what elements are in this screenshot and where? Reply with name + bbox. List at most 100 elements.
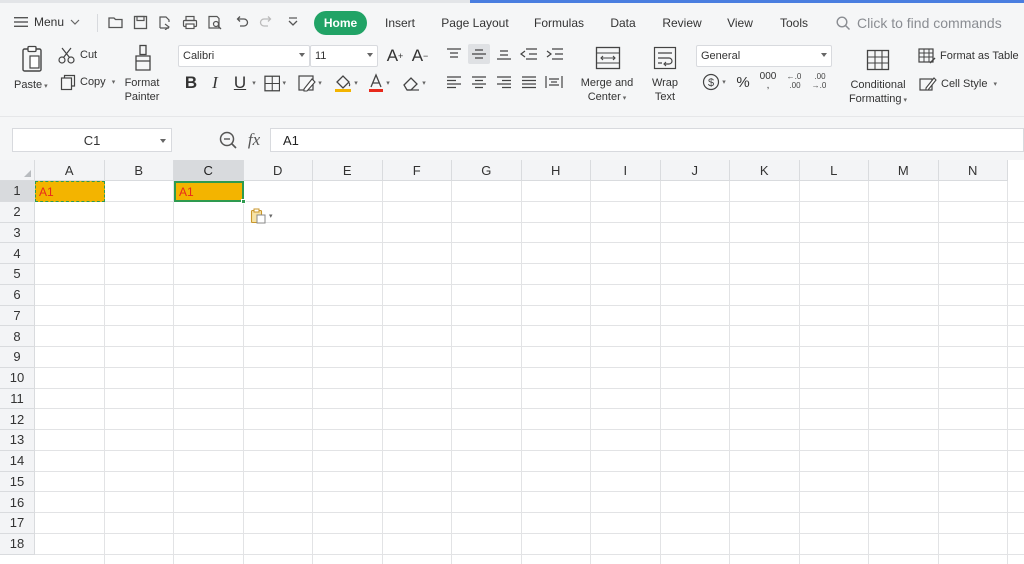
row-header-15[interactable]: 15 <box>0 471 35 493</box>
wrap-text-icon[interactable] <box>651 44 679 72</box>
formula-input[interactable]: A1 <box>270 128 1024 152</box>
column-header-c[interactable]: C <box>174 160 244 181</box>
column-header-k[interactable]: K <box>730 160 800 181</box>
thousands-separator-button[interactable]: 000, <box>757 70 779 92</box>
row-header-4[interactable]: 4 <box>0 243 35 264</box>
justify-icon[interactable] <box>519 72 539 92</box>
tab-view[interactable]: View <box>721 11 759 35</box>
tab-review[interactable]: Review <box>657 11 707 35</box>
undo-icon[interactable] <box>231 12 251 32</box>
row-header-3[interactable]: 3 <box>0 222 35 244</box>
tab-data[interactable]: Data <box>604 11 642 35</box>
paste-options-button[interactable]: ▾ <box>250 208 273 224</box>
column-header-e[interactable]: E <box>313 160 383 181</box>
increase-font-icon[interactable]: A + <box>385 45 405 67</box>
column-header-d[interactable]: D <box>243 160 313 181</box>
decrease-indent-icon[interactable] <box>518 44 540 64</box>
format-painter-icon[interactable] <box>132 44 154 72</box>
format-painter-button[interactable]: Format Painter <box>122 76 162 104</box>
row-header-13[interactable]: 13 <box>0 430 35 451</box>
fill-handle[interactable] <box>241 199 246 204</box>
column-header-i[interactable]: I <box>591 160 661 181</box>
tab-tools[interactable]: Tools <box>774 11 814 35</box>
row-header-7[interactable]: 7 <box>0 305 35 327</box>
format-as-table-button[interactable]: Format as Table <box>918 47 1019 65</box>
row-header-1[interactable]: 1 <box>0 181 35 202</box>
save-icon[interactable] <box>130 12 150 32</box>
align-bottom-icon[interactable] <box>494 44 514 64</box>
row-header-10[interactable]: 10 <box>0 367 35 389</box>
tab-page-layout[interactable]: Page Layout <box>437 11 513 35</box>
number-format-select[interactable]: General <box>696 45 832 67</box>
row-header-18[interactable]: 18 <box>0 533 35 555</box>
column-header-b[interactable]: B <box>104 160 174 181</box>
command-search[interactable]: Click to find commands <box>836 11 1002 35</box>
column-header-l[interactable]: L <box>799 160 869 181</box>
tab-formulas[interactable]: Formulas <box>529 11 589 35</box>
print-icon[interactable] <box>180 12 200 32</box>
name-box[interactable]: C1 <box>12 128 172 152</box>
underline-button[interactable]: U <box>230 72 250 94</box>
merge-center-icon[interactable] <box>594 44 622 72</box>
cell-fill-style-icon[interactable]: ▾ <box>298 73 322 93</box>
align-center-icon[interactable] <box>469 72 489 92</box>
zoom-search-icon[interactable] <box>218 130 238 150</box>
increase-indent-icon[interactable] <box>544 44 566 64</box>
select-all-corner[interactable] <box>0 160 35 181</box>
font-name-select[interactable]: Calibri <box>178 45 310 67</box>
paste-icon[interactable] <box>18 44 46 74</box>
align-left-icon[interactable] <box>444 72 464 92</box>
increase-decimal-icon[interactable]: ←.0.00 <box>783 70 805 92</box>
row-header-8[interactable]: 8 <box>0 326 35 347</box>
cell-style-button[interactable]: Cell Style ▾ <box>919 75 997 93</box>
distributed-align-icon[interactable] <box>543 72 565 92</box>
redo-icon[interactable] <box>256 12 276 32</box>
insert-function-button[interactable]: fx <box>243 129 265 151</box>
column-header-f[interactable]: F <box>382 160 452 181</box>
tab-insert[interactable]: Insert <box>378 11 422 35</box>
conditional-formatting-icon[interactable] <box>864 47 892 73</box>
row-header-2[interactable]: 2 <box>0 201 35 223</box>
fill-color-icon[interactable]: ▾ <box>333 72 359 94</box>
align-middle-icon[interactable] <box>468 44 490 64</box>
merge-center-button[interactable]: Merge and Center ▾ <box>576 76 638 106</box>
row-header-16[interactable]: 16 <box>0 492 35 513</box>
column-header-n[interactable]: N <box>938 160 1008 181</box>
decrease-decimal-icon[interactable]: .00 →.0 <box>808 70 830 92</box>
print-preview-icon[interactable] <box>205 12 225 32</box>
paste-button[interactable]: Paste ▾ <box>14 78 48 94</box>
customize-toolbar-icon[interactable] <box>283 12 303 32</box>
row-header-12[interactable]: 12 <box>0 409 35 430</box>
copy-button[interactable]: Copy ▾ <box>60 73 115 91</box>
column-header-j[interactable]: J <box>660 160 730 181</box>
font-size-select[interactable]: 11 <box>310 45 378 67</box>
open-icon[interactable] <box>106 12 126 32</box>
tab-home[interactable]: Home <box>314 11 367 35</box>
currency-icon[interactable]: $ ▾ <box>699 72 729 92</box>
row-header-11[interactable]: 11 <box>0 388 35 410</box>
conditional-formatting-button[interactable]: Conditional Formatting ▾ <box>844 78 912 108</box>
row-header-5[interactable]: 5 <box>0 264 35 285</box>
spreadsheet-grid[interactable]: A B C D E F G H I J K L M N 1 2 3 4 5 6 7 8 9 10 11 12 13 14 15 16 17 1… <box>0 160 1024 564</box>
column-header-h[interactable]: H <box>521 160 591 181</box>
font-color-icon[interactable]: ▾ <box>366 72 392 94</box>
bold-button[interactable]: B <box>182 72 200 94</box>
cell-c1[interactable]: A1 <box>174 181 244 202</box>
column-header-m[interactable]: M <box>869 160 939 181</box>
column-header-a[interactable]: A <box>35 160 105 181</box>
underline-dropdown-icon[interactable]: ▾ <box>250 78 258 88</box>
cut-button[interactable]: Cut <box>58 46 97 64</box>
align-top-icon[interactable] <box>444 44 464 64</box>
italic-button[interactable]: I <box>206 72 224 94</box>
align-right-icon[interactable] <box>494 72 514 92</box>
row-header-17[interactable]: 17 <box>0 513 35 534</box>
cell-a1[interactable]: A1 <box>35 181 105 202</box>
column-header-g[interactable]: G <box>452 160 522 181</box>
percent-button[interactable]: % <box>734 72 752 92</box>
menu-button[interactable]: Menu <box>14 10 80 34</box>
export-pdf-icon[interactable] <box>155 12 175 32</box>
wrap-text-button[interactable]: Wrap Text <box>645 76 685 104</box>
decrease-font-icon[interactable]: A − <box>410 45 430 67</box>
borders-icon[interactable]: ▾ <box>264 73 286 93</box>
row-header-6[interactable]: 6 <box>0 284 35 306</box>
